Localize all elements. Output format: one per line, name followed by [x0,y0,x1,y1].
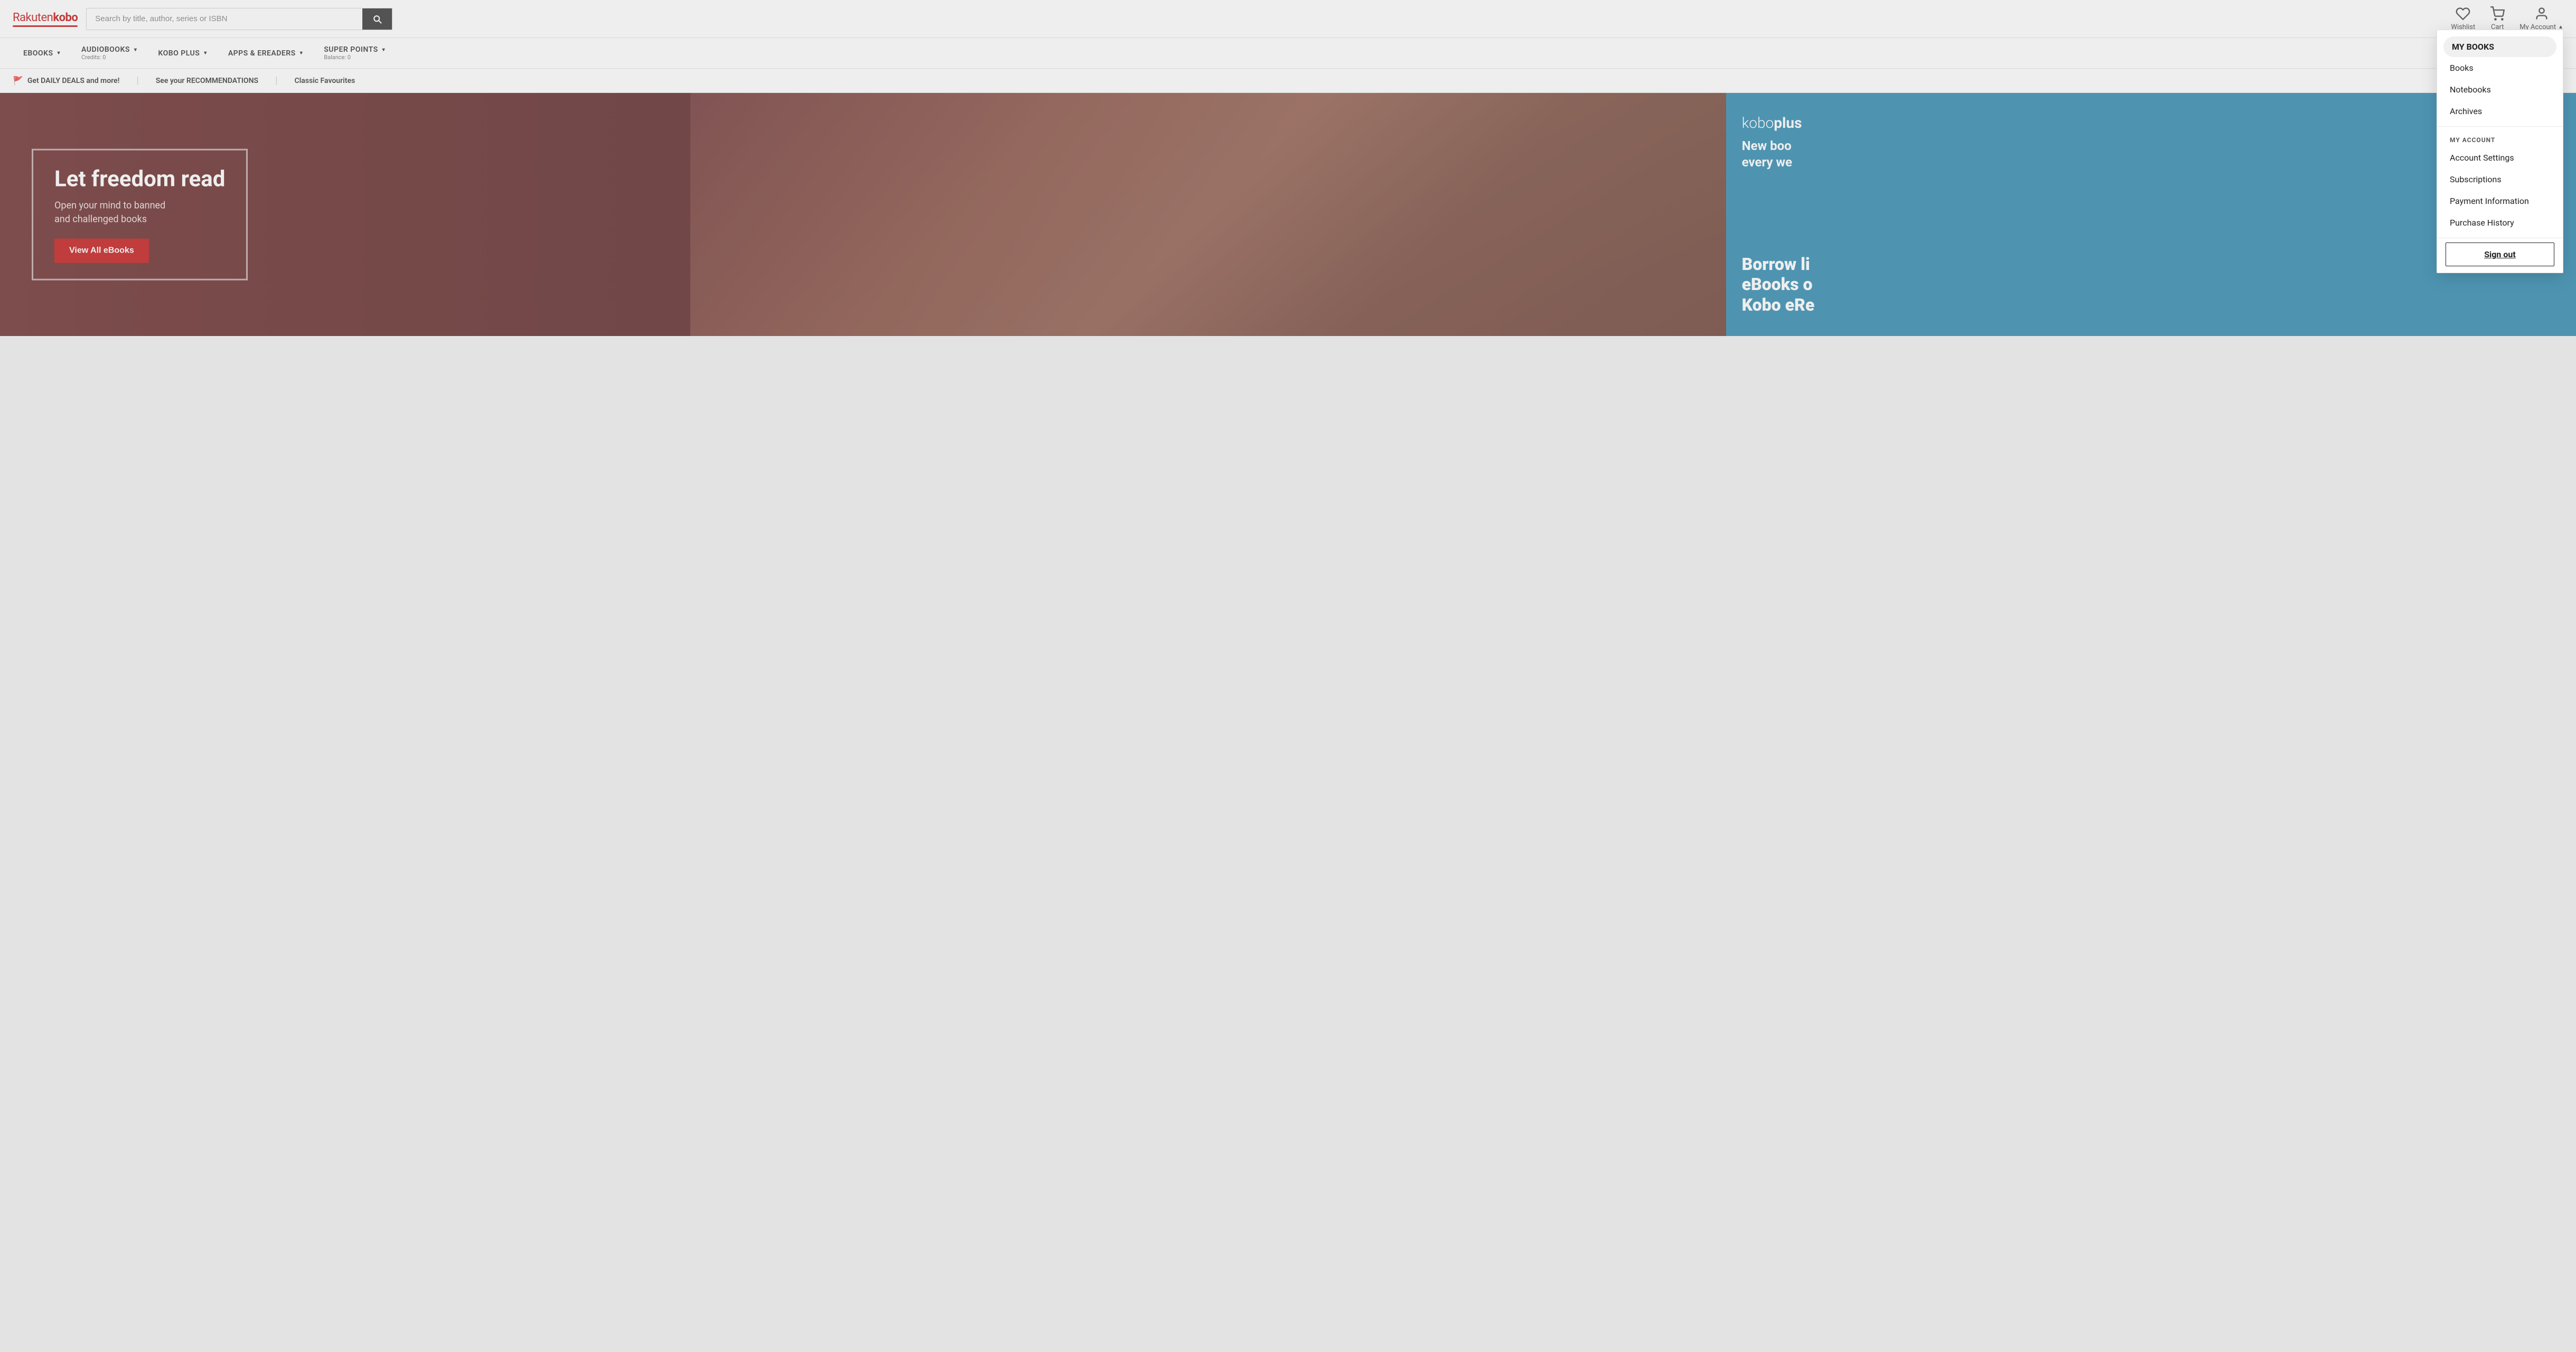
dropdown-payment-information-label: Payment Information [2450,196,2529,206]
dropdown-purchase-history-label: Purchase History [2450,218,2514,228]
dropdown-overlay[interactable] [0,0,2576,1352]
account-dropdown: MY BOOKS Books Notebooks Archives MY ACC… [2437,30,2563,273]
dropdown-payment-information[interactable]: Payment Information [2437,190,2563,212]
dropdown-archives[interactable]: Archives [2437,100,2563,122]
dropdown-my-books-label: MY BOOKS [2452,42,2494,52]
dropdown-subscriptions[interactable]: Subscriptions [2437,169,2563,190]
dropdown-books-label: Books [2450,63,2474,73]
dropdown-notebooks-label: Notebooks [2450,85,2491,95]
dropdown-books[interactable]: Books [2437,57,2563,79]
dropdown-subscriptions-label: Subscriptions [2450,174,2502,184]
dropdown-archives-label: Archives [2450,106,2482,116]
dropdown-my-account-section: MY ACCOUNT [2437,131,2563,147]
dropdown-account-settings[interactable]: Account Settings [2437,147,2563,169]
dropdown-sign-out-label: Sign out [2484,249,2516,259]
dropdown-divider-1 [2437,126,2563,127]
dropdown-my-books[interactable]: MY BOOKS [2443,36,2556,57]
dropdown-sign-out[interactable]: Sign out [2446,243,2554,266]
dropdown-purchase-history[interactable]: Purchase History [2437,212,2563,234]
dropdown-notebooks[interactable]: Notebooks [2437,79,2563,100]
dropdown-account-settings-label: Account Settings [2450,153,2514,163]
